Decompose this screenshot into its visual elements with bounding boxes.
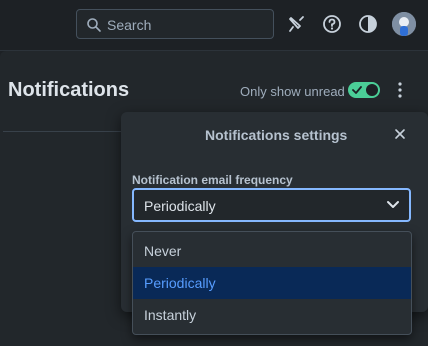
chevron-down-icon — [387, 201, 399, 208]
close-icon[interactable] — [392, 126, 408, 142]
avatar-image — [392, 12, 416, 36]
settings-title: Notifications settings — [205, 127, 348, 143]
theme-toggle-icon[interactable] — [357, 13, 379, 35]
email-frequency-select[interactable]: Periodically — [132, 188, 411, 222]
top-navigation-bar: Search — [0, 0, 428, 51]
divider — [3, 131, 121, 132]
toggle-knob — [366, 84, 378, 96]
search-icon — [87, 18, 101, 32]
search-input[interactable]: Search — [76, 9, 274, 39]
page-title: Notifications — [8, 79, 130, 101]
only-unread-label: Only show unread — [240, 84, 345, 99]
option-never[interactable]: Never — [133, 235, 411, 267]
option-instantly[interactable]: Instantly — [133, 299, 411, 331]
only-unread-toggle[interactable] — [348, 82, 380, 98]
email-frequency-label: Notification email frequency — [132, 173, 293, 187]
notification-bell-icon[interactable] — [285, 13, 307, 35]
more-options-icon[interactable] — [392, 80, 408, 100]
avatar[interactable] — [392, 12, 416, 36]
search-placeholder: Search — [107, 17, 152, 33]
help-icon[interactable] — [321, 13, 343, 35]
email-frequency-value: Periodically — [144, 198, 216, 214]
option-periodically[interactable]: Periodically — [133, 267, 411, 299]
email-frequency-listbox: Never Periodically Instantly — [132, 231, 412, 335]
check-icon — [352, 86, 362, 94]
